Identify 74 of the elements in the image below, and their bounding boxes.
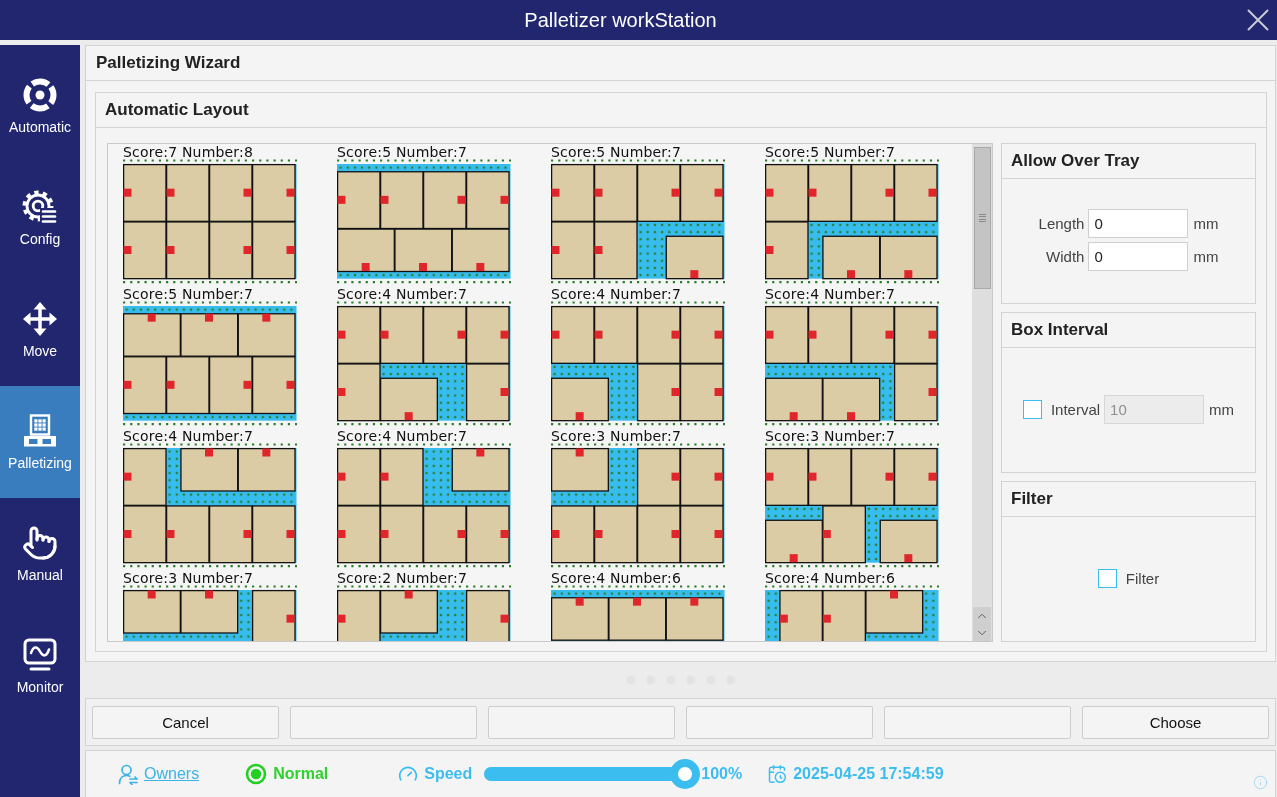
field-label: Length [1038, 215, 1085, 232]
pallet-layout-drawing[interactable] [123, 585, 299, 641]
status-text: Normal [273, 765, 329, 783]
pallet-layout-drawing[interactable] [551, 585, 727, 641]
layout-caption: Score:4 Number:6 [765, 571, 897, 585]
layout-caption: Score:5 Number:7 [337, 145, 469, 159]
speed-reading: 100% [701, 765, 743, 783]
pallet-layout-drawing[interactable] [765, 443, 941, 569]
nav-item[interactable]: Palletizing [0, 386, 80, 498]
group-title: Allow Over Tray [1002, 144, 1255, 179]
layout-caption: Score:5 Number:7 [765, 145, 897, 159]
layout-caption: Score:7 Number:8 [123, 145, 255, 159]
pointing-hand-icon [22, 525, 58, 561]
layout-caption: Score:3 Number:7 [551, 429, 683, 443]
gauge-icon [398, 764, 419, 784]
move-arrows-icon [22, 301, 58, 337]
pallet-layout-drawing[interactable] [337, 159, 513, 285]
user-switch-icon [118, 763, 138, 785]
window-title: Palletizer workStation [524, 8, 717, 32]
layout-caption: Score:5 Number:7 [551, 145, 683, 159]
input-field[interactable]: 0 [1088, 242, 1189, 271]
datetime-text: 2025-04-25 17:54:59 [793, 765, 944, 783]
nav-item[interactable]: Automatic [0, 50, 80, 162]
pallet-layout-drawing[interactable] [551, 301, 727, 427]
pallet-layout-drawing[interactable] [123, 159, 299, 285]
layout-caption: Score:4 Number:7 [123, 429, 255, 443]
group-title: Automatic Layout [96, 93, 1266, 128]
checkbox[interactable] [1097, 568, 1117, 588]
layout-caption: Score:4 Number:7 [337, 429, 469, 443]
layout-caption: Score:5 Number:7 [123, 287, 255, 301]
pallet-layout-drawing[interactable] [123, 443, 299, 569]
field-label: Width [1045, 248, 1085, 265]
layout-caption: Score:3 Number:7 [765, 429, 897, 443]
pallet-layout-drawing[interactable] [337, 585, 513, 641]
target-icon [22, 77, 58, 113]
input-field[interactable]: 0 [1088, 209, 1189, 238]
layout-caption: Score:4 Number:7 [551, 287, 683, 301]
group-title: Box Interval [1002, 313, 1255, 348]
pallet-layout-drawing[interactable] [123, 301, 299, 427]
pallet-layout-drawing[interactable] [337, 301, 513, 427]
monitor-icon [22, 637, 58, 673]
layout-caption: Score:4 Number:7 [337, 287, 469, 301]
scrollbar-thumb[interactable] [973, 147, 991, 289]
unit-label: mm [1209, 400, 1235, 418]
speed-slider[interactable] [484, 759, 701, 789]
status-dot-icon [245, 763, 268, 785]
choose-button[interactable]: Choose [1082, 705, 1269, 739]
slider-thumb[interactable] [670, 759, 701, 789]
nav-item[interactable]: Monitor [0, 610, 80, 722]
calendar-clock-icon [767, 764, 788, 784]
layout-caption: Score:3 Number:7 [123, 571, 255, 585]
gear-icon [22, 189, 58, 225]
pallet-layout-drawing[interactable] [765, 159, 941, 285]
checkbox-label: Interval [1050, 400, 1101, 418]
pallet-layout-drawing[interactable] [765, 585, 941, 641]
pallet-layout-drawing[interactable] [765, 301, 941, 427]
nav-item[interactable]: Config [0, 162, 80, 274]
layout-caption: Score:2 Number:7 [337, 571, 469, 585]
pallet-icon [22, 413, 58, 449]
pallet-layout-drawing[interactable] [551, 443, 727, 569]
panel-title: Palletizing Wizard [86, 46, 1275, 81]
pallet-layout-drawing[interactable] [337, 443, 513, 569]
pallet-layout-drawing[interactable] [551, 159, 727, 285]
speed-label: Speed [424, 765, 473, 783]
group-title: Filter [1002, 482, 1255, 517]
layout-caption: Score:4 Number:7 [765, 287, 897, 301]
checkbox-label: Filter [1125, 569, 1160, 587]
layout-caption: Score:4 Number:6 [551, 571, 683, 585]
nav-item[interactable]: Manual [0, 498, 80, 610]
cancel-button[interactable]: Cancel [92, 705, 279, 739]
unit-label: mm [1193, 215, 1219, 232]
close-icon [1247, 9, 1269, 31]
unit-label: mm [1193, 248, 1219, 265]
nav-item[interactable]: Move [0, 274, 80, 386]
